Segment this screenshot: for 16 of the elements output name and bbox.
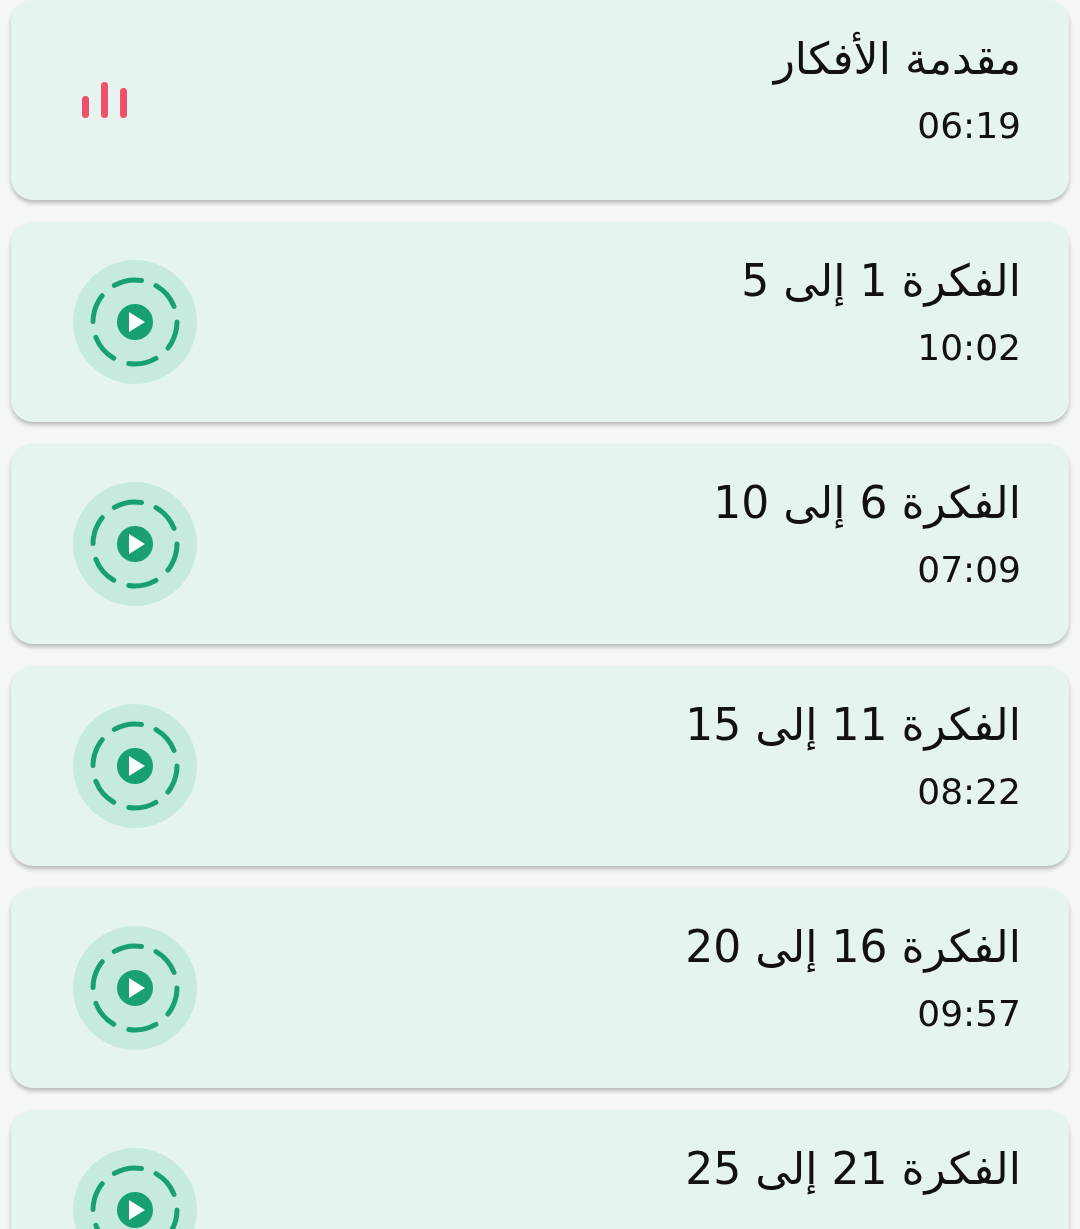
track-card[interactable]: الفكرة 21 إلى 25 (11, 1110, 1069, 1229)
track-title: الفكرة 11 إلى 15 (685, 698, 1021, 753)
track-duration: 10:02 (917, 325, 1021, 369)
play-icon[interactable] (73, 704, 197, 828)
track-duration: 07:09 (917, 547, 1021, 591)
track-title: الفكرة 16 إلى 20 (685, 920, 1021, 975)
track-title: الفكرة 6 إلى 10 (713, 476, 1021, 531)
play-icon[interactable] (73, 926, 197, 1050)
track-duration: 08:22 (917, 769, 1021, 813)
track-title: مقدمة الأفكار (773, 30, 1021, 87)
track-duration: 09:57 (917, 991, 1021, 1035)
play-icon[interactable] (73, 482, 197, 606)
track-title: الفكرة 21 إلى 25 (685, 1142, 1021, 1197)
play-icon[interactable] (73, 260, 197, 384)
track-title: الفكرة 1 إلى 5 (741, 254, 1021, 309)
track-duration: 06:19 (917, 103, 1021, 147)
